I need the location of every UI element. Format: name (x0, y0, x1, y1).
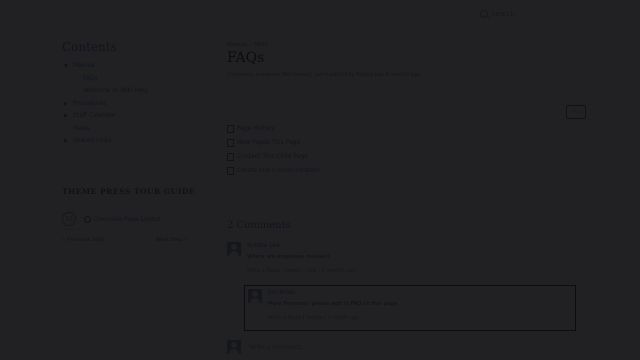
write-comment-input[interactable]: Write a comment... (249, 344, 307, 351)
page-subtitle: Commonly answered FAQ (wheel), last modi… (227, 72, 420, 78)
wiki-page: Search Contents ▼ Manual – FAQs – Welcome t… (0, 0, 640, 360)
breadcrumb[interactable]: Manual » FAQs (227, 42, 267, 48)
page-link[interactable]: Create Sub Communication (227, 164, 319, 178)
toc-item-staff-calendar[interactable]: ▶ Staff Calendar (64, 110, 148, 123)
toc-item-manual[interactable]: ▼ Manual (64, 60, 148, 73)
comment-author[interactable]: Robbie Lee (247, 242, 356, 249)
comment-reply: Jon Arlab Mary Forrestor, please add to … (248, 289, 397, 321)
edit-button[interactable]: ✎ (566, 105, 586, 119)
tour-guide-step: 10 Overview Page Layout (62, 212, 190, 226)
toc-item-news[interactable]: News (64, 123, 148, 136)
avatar (227, 242, 241, 256)
tour-guide-title: THEME PRESS TOUR GUIDE (62, 187, 196, 196)
comment-text: Mary Forrestor, please add to FAQ on thi… (268, 301, 398, 307)
avatar (227, 340, 241, 354)
info-icon (84, 215, 91, 223)
triangle-right-icon[interactable]: ▶ (64, 110, 69, 123)
previous-step-link[interactable]: « Previous Step (62, 237, 105, 243)
tour-guide-nav: « Previous Step Next Step » (62, 237, 188, 243)
comment-text: Where are employee reviews? (247, 254, 331, 260)
search-link[interactable]: Search (480, 8, 560, 20)
document-icon (227, 125, 234, 133)
triangle-right-icon[interactable]: ▶ (64, 135, 69, 148)
toc-item-welcome[interactable]: – Welcome to Wiki Help (64, 85, 148, 98)
toc-item-procedures[interactable]: ▶ Procedures (64, 98, 148, 111)
page-link[interactable]: Contact This Child Page (227, 150, 319, 164)
comments-title: 2 Comments (227, 220, 291, 231)
triangle-down-icon[interactable]: ▼ (64, 60, 69, 73)
page-links: Page History New Pages This Page Contact… (227, 122, 319, 178)
table-of-contents: ▼ Manual – FAQs – Welcome to Wiki Help ▶ Pro… (64, 60, 148, 148)
avatar (248, 289, 262, 303)
document-icon (227, 167, 234, 175)
page-link[interactable]: New Pages This Page (227, 136, 319, 150)
next-step-link[interactable]: Next Step » (156, 237, 188, 243)
document-icon (227, 139, 234, 147)
search-icon (480, 10, 488, 18)
step-number: 10 (62, 212, 76, 226)
tour-guide-item[interactable]: Overview Page Layout (84, 215, 161, 223)
divider (62, 229, 190, 230)
comment-meta[interactable]: Write a Reply | Delete | Link | 2 months… (247, 268, 356, 274)
page-title: FAQs (227, 50, 265, 66)
write-comment[interactable]: Write a comment... (227, 340, 307, 354)
dash-icon: – (74, 74, 77, 82)
page-link[interactable]: Page History (227, 122, 319, 136)
contents-title: Contents (62, 40, 117, 54)
triangle-right-icon[interactable]: ▶ (64, 98, 69, 111)
dash-icon: – (74, 87, 77, 94)
toc-item-faqs[interactable]: – FAQs (64, 73, 148, 86)
pencil-icon: ✎ (186, 178, 192, 185)
comment-meta[interactable]: Write a Reply | Delete | 1 month ago (268, 315, 397, 321)
document-icon (227, 153, 234, 161)
toc-item-shared-links[interactable]: ▶ Shared Links (64, 135, 148, 148)
comment-author[interactable]: Jon Arlab (268, 289, 397, 296)
pencil-icon: ✎ (573, 108, 579, 116)
comment: Robbie Lee Where are employee reviews? W… (227, 242, 356, 274)
